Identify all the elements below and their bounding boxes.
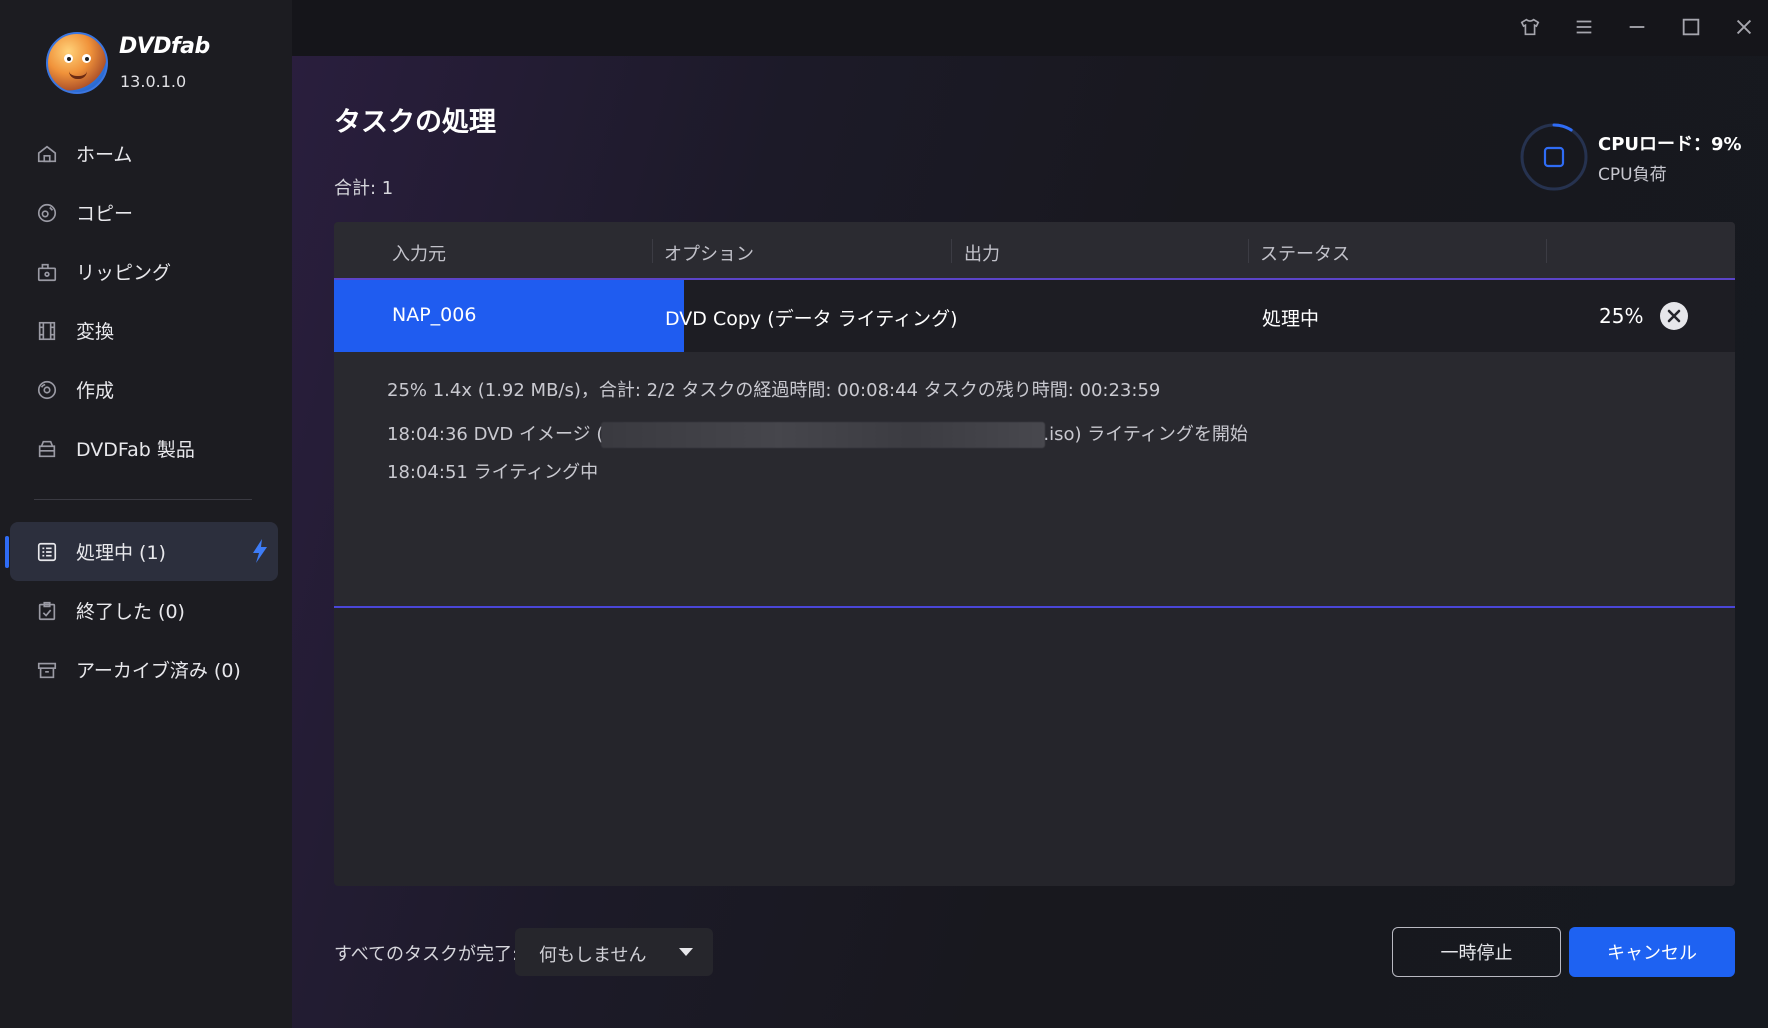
cpu-load-label: CPUロード：9% [1598, 134, 1742, 155]
task-status: 処理中 [1262, 308, 1320, 330]
bolt-icon [253, 539, 267, 563]
maximize-icon[interactable] [1676, 12, 1706, 42]
close-icon[interactable] [1729, 12, 1759, 42]
log-line: 18:04:51 ライティング中 [387, 458, 598, 484]
sidebar-item-copy[interactable]: コピー [0, 183, 292, 242]
log-time: 18:04:51 [387, 462, 468, 483]
sidebar-item-label: 処理中 (1) [76, 542, 166, 564]
task-source: NAP_006 [392, 304, 477, 326]
sidebar-item-convert[interactable]: 変換 [0, 301, 292, 360]
task-percent: 25% [1599, 304, 1644, 328]
column-separator [1248, 239, 1249, 263]
column-header-status: ステータス [1260, 244, 1350, 265]
log-time: 18:04:36 [387, 424, 468, 445]
column-header-option: オプション [664, 244, 754, 265]
film-icon [36, 320, 58, 342]
pause-button[interactable]: 一時停止 [1392, 927, 1561, 977]
close-icon [1667, 309, 1681, 323]
cpu-load-gauge [1520, 123, 1588, 191]
when-done-value: 何もしません [539, 945, 647, 966]
clipboard-icon [36, 600, 58, 622]
main-panel: タスクの処理 合計: 1 CPUロード：9% CPU負荷 入力元 オプション 出… [292, 0, 1768, 1028]
cpu-load-sub: CPU負荷 [1598, 165, 1667, 185]
minimize-icon[interactable] [1622, 12, 1652, 42]
log-line: 18:04:36 DVD イメージ ( .iso) ライティングを開始 [387, 420, 1248, 448]
task-stats: 25% 1.4x (1.92 MB/s)，合計: 2/2 タスクの経過時間: 0… [387, 380, 1161, 401]
sidebar-item-home[interactable]: ホーム [0, 124, 292, 183]
list-icon [36, 541, 58, 563]
sidebar-item-label: リッピング [76, 262, 172, 284]
cancel-button[interactable]: キャンセル [1569, 927, 1735, 977]
table-header: 入力元 オプション 出力 ステータス [334, 222, 1735, 280]
home-icon [36, 143, 58, 165]
archive-icon [36, 659, 58, 681]
task-total: 合計: 1 [334, 178, 394, 199]
app-version: 13.0.1.0 [120, 72, 187, 91]
column-separator [652, 239, 653, 263]
sidebar-item-label: 終了した (0) [76, 601, 185, 623]
log-text-end: .iso) ライティングを開始 [1043, 424, 1248, 445]
log-text: ライティング中 [473, 462, 599, 483]
dvdfab-logo [46, 32, 108, 94]
sidebar-item-archived[interactable]: アーカイブ済み (0) [0, 640, 292, 699]
column-header-source: 入力元 [392, 244, 446, 265]
sidebar-item-processing[interactable]: 処理中 (1) [5, 522, 278, 581]
remove-task-button[interactable] [1660, 302, 1688, 330]
sidebar-item-finished[interactable]: 終了した (0) [0, 581, 292, 640]
title-bar [292, 0, 1768, 56]
page-title: タスクの処理 [334, 107, 496, 138]
queue-nav: 処理中 (1) 終了した (0) アーカイブ済み (0) [0, 522, 292, 699]
task-option: DVD Copy (データ ライティング) [665, 308, 958, 330]
main-nav: ホーム コピー リッピング 変換 作成 DVDFab 製品 [0, 124, 292, 478]
menu-icon[interactable] [1569, 12, 1599, 42]
ripping-icon [36, 261, 58, 283]
disc-icon [36, 379, 58, 401]
task-progress-bar [334, 280, 685, 352]
sidebar-divider [34, 499, 252, 500]
sidebar-item-ripping[interactable]: リッピング [0, 242, 292, 301]
redacted-path [601, 422, 1046, 448]
sidebar-item-label: アーカイブ済み (0) [76, 660, 241, 682]
sidebar: DVDfab 13.0.1.0 ホーム コピー リッピング 変換 作成 DVDF… [0, 0, 292, 1028]
when-done-select[interactable]: 何もしません [515, 928, 713, 976]
app-name: DVDfab [119, 34, 210, 59]
sidebar-item-create[interactable]: 作成 [0, 360, 292, 419]
log-text: DVD イメージ ( [473, 424, 604, 445]
column-separator [951, 239, 952, 263]
products-icon [36, 438, 58, 460]
sidebar-item-label: コピー [76, 203, 134, 225]
task-table: 入力元 オプション 出力 ステータス NAP_006 DVD Copy (データ… [334, 222, 1735, 886]
sidebar-item-label: ホーム [76, 144, 133, 166]
sidebar-item-products[interactable]: DVDFab 製品 [0, 419, 292, 478]
table-row[interactable]: NAP_006 DVD Copy (データ ライティング) 処理中 25% [334, 280, 1735, 352]
sidebar-item-label: DVDFab 製品 [76, 439, 195, 461]
column-header-output: 出力 [964, 244, 1000, 265]
sidebar-item-label: 作成 [76, 380, 115, 402]
chevron-down-icon [679, 948, 693, 956]
sidebar-item-label: 変換 [76, 321, 115, 343]
when-done-label: すべてのタスクが完了: [334, 944, 519, 965]
copy-icon [36, 202, 58, 224]
task-details: 25% 1.4x (1.92 MB/s)，合計: 2/2 タスクの経過時間: 0… [334, 352, 1735, 608]
column-separator [1546, 239, 1547, 263]
skin-icon[interactable] [1515, 12, 1545, 42]
